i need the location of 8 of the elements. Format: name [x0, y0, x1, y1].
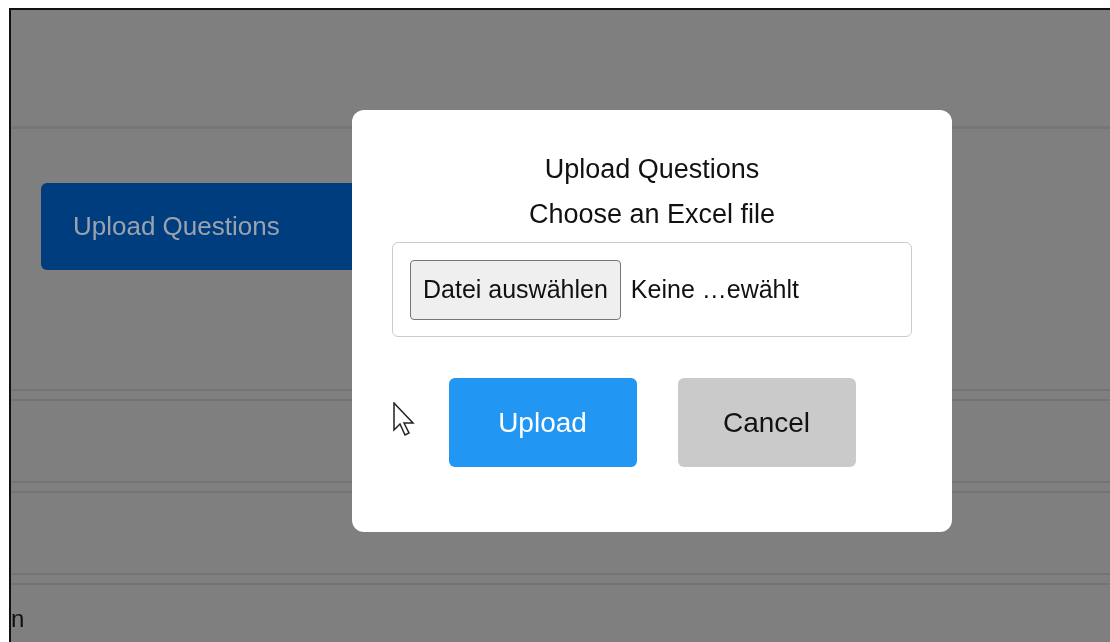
choose-file-button[interactable]: Datei auswählen	[410, 259, 621, 320]
cursor-icon	[392, 402, 417, 438]
cut-off-text: n	[11, 605, 25, 632]
file-input[interactable]: Datei auswählen Keine …ewählt	[392, 242, 912, 337]
cancel-button[interactable]: Cancel	[677, 378, 856, 467]
file-status: Keine …ewählt	[630, 275, 799, 304]
dialog-title: Upload Questions	[544, 154, 760, 185]
dialog-prompt: Choose an Excel file	[528, 199, 776, 230]
